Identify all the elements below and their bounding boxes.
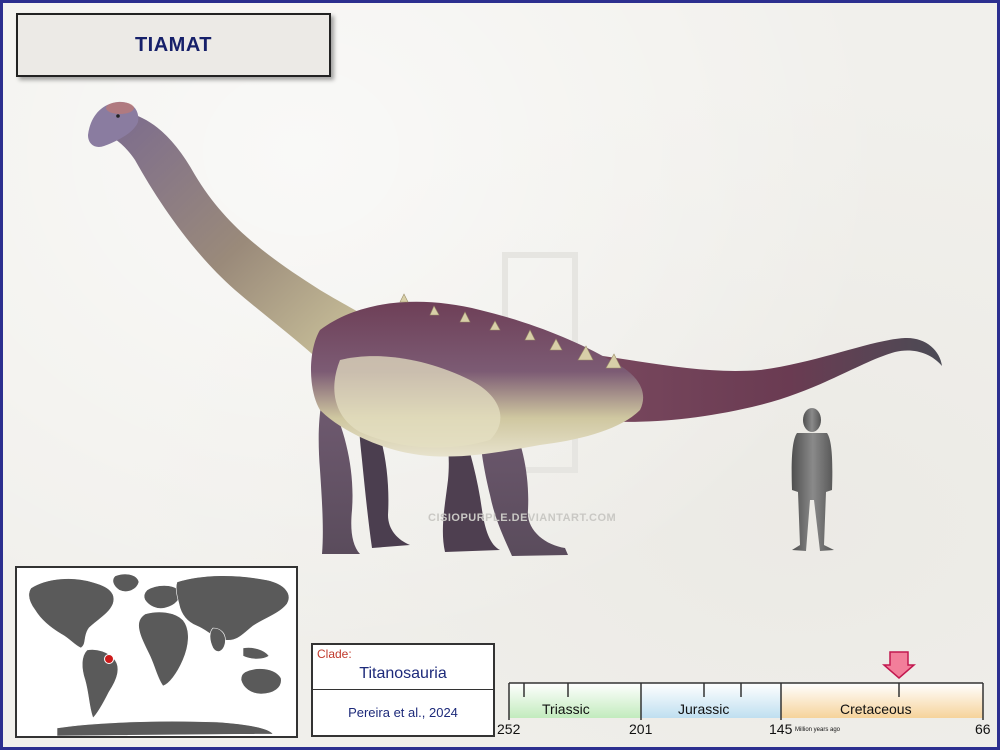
distribution-map [15,566,298,738]
tick-label-201: 201 [629,721,653,737]
period-cretaceous: Cretaceous [840,701,912,717]
dinosaur-head-crest [106,102,134,114]
fossil-locality-marker [104,654,114,664]
period-jurassic: Jurassic [678,701,730,717]
clade-divider [313,689,493,690]
clade-reference: Pereira et al., 2024 [348,705,458,720]
clade-name: Titanosauria [359,665,447,682]
world-map [17,568,296,737]
watermark-text: CISIOPURPLE.DEVIANTART.COM [428,512,617,524]
timeline-unit: Million years ago [795,727,841,733]
tick-label-252: 252 [497,721,521,737]
tick-label-66: 66 [975,721,991,737]
tick-label-145: 145 [769,721,793,737]
clade-info-box: Clade: Titanosauria Pereira et al., 2024 [311,643,495,737]
period-triassic: Triassic [542,701,590,717]
clade-label: Clade: [317,647,352,661]
human-scale-silhouette [791,408,834,551]
dinosaur-eye [116,114,120,118]
